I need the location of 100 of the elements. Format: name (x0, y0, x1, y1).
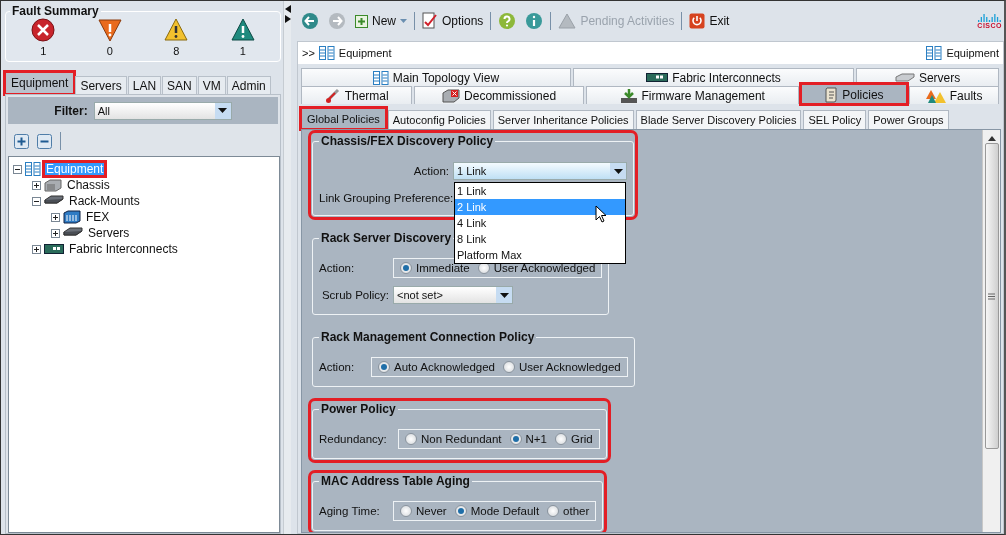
radio-button[interactable] (509, 433, 522, 445)
breadcrumb-prefix: >> (302, 47, 315, 59)
radio-option[interactable]: other (547, 505, 590, 517)
sub-tab[interactable]: Blade Server Discovery Policies (635, 110, 802, 129)
server-rack-icon (25, 162, 41, 176)
radio-button[interactable] (454, 505, 467, 517)
view-tab[interactable]: Thermal (301, 86, 413, 104)
module-icon (63, 210, 81, 224)
view-tab[interactable]: Servers (856, 68, 999, 86)
radio-option[interactable]: Never (400, 505, 447, 517)
nav-tab[interactable]: Servers (75, 76, 127, 94)
section-title: Chassis/FEX Discovery Policy (320, 134, 495, 148)
view-tab[interactable]: Main Topology View (301, 68, 571, 86)
nav-tab[interactable]: Admin (226, 76, 271, 94)
collapse-all-icon[interactable] (37, 133, 52, 149)
tree-item[interactable]: Fabric Interconnects (67, 242, 180, 256)
collapse-icon[interactable] (13, 164, 22, 174)
radio-button[interactable] (503, 361, 516, 373)
nav-tab[interactable]: LAN (127, 76, 162, 94)
server-rack-icon (926, 46, 943, 60)
chassis-icon (44, 178, 62, 192)
forward-icon (328, 12, 346, 30)
expand-icon[interactable] (32, 244, 41, 254)
tree-item[interactable]: FEX (84, 210, 112, 224)
exit-button[interactable]: Exit (687, 13, 732, 29)
collapse-left-icon[interactable] (284, 5, 291, 13)
radio-button[interactable] (547, 505, 560, 517)
expand-all-icon[interactable] (14, 133, 29, 149)
field-label: Scrub Policy: (320, 289, 389, 301)
dropdown[interactable]: <not set> (393, 286, 513, 304)
view-tab[interactable]: Fabric Interconnects (572, 68, 855, 86)
filter-label: Filter: (54, 103, 88, 118)
option-label: Immediate (416, 262, 470, 274)
fault-count: 1 (40, 45, 47, 57)
radio-button[interactable] (405, 433, 417, 445)
radio-button[interactable] (400, 505, 412, 517)
filter-dropdown[interactable]: All (93, 101, 232, 120)
view-tab[interactable]: Decommissioned (414, 86, 584, 104)
fault-count: 8 (173, 45, 180, 57)
help-icon (498, 12, 517, 30)
switch-icon (646, 73, 669, 82)
expand-icon[interactable] (51, 212, 60, 222)
field-label: Redundancy: (319, 433, 388, 445)
tree-item[interactable]: Chassis (65, 178, 112, 192)
section-title: Power Policy (320, 402, 397, 416)
field-label: Action: (412, 165, 449, 177)
download-icon (619, 87, 638, 104)
caret-icon (218, 108, 228, 113)
radio-option[interactable]: Mode Default (454, 505, 540, 517)
view-tab[interactable]: Policies (800, 84, 908, 104)
back-icon (301, 12, 319, 30)
breadcrumb-text: Equipment (338, 47, 392, 59)
radio-option[interactable]: Grid (555, 433, 593, 445)
scrollbar[interactable] (982, 130, 1000, 532)
caret-icon (400, 19, 407, 23)
radio-option[interactable]: Non Redundant (405, 433, 502, 445)
new-button[interactable]: New (353, 14, 409, 28)
sub-tab[interactable]: Global Policies (301, 108, 386, 129)
plus-icon (355, 14, 368, 28)
switch-icon (44, 244, 64, 254)
radio-button[interactable] (555, 433, 567, 445)
scroll-thumb[interactable] (984, 143, 999, 449)
nav-tab[interactable]: SAN (162, 76, 197, 94)
scroll-up-icon[interactable] (987, 136, 996, 141)
fault-count: 1 (239, 45, 246, 57)
warning-icon (558, 13, 577, 29)
expand-right-icon[interactable] (284, 15, 291, 23)
nav-tab[interactable]: VM (197, 76, 226, 94)
section-title: Rack Management Connection Policy (320, 330, 536, 344)
panel-title: Fault Summary (11, 4, 100, 18)
expand-icon[interactable] (51, 228, 60, 238)
view-tab[interactable]: Faults (909, 86, 999, 104)
server-icon (63, 227, 83, 239)
tree-item[interactable]: Rack-Mounts (67, 194, 142, 208)
warning-icon (164, 18, 189, 42)
radio-button[interactable] (378, 361, 390, 373)
option-label: N+1 (525, 433, 547, 445)
warning-icon (925, 88, 946, 103)
sub-tab[interactable]: Server Inheritance Policies (492, 110, 634, 129)
collapse-icon[interactable] (32, 196, 41, 206)
expand-icon[interactable] (32, 180, 41, 190)
radio-option[interactable]: N+1 (509, 433, 547, 445)
sub-tab[interactable]: Autoconfig Policies (387, 110, 491, 129)
back-button[interactable] (299, 12, 321, 30)
options-button[interactable]: Options (420, 12, 486, 30)
sub-tab[interactable]: SEL Policy (803, 110, 867, 129)
radio-button[interactable] (400, 262, 412, 274)
power-icon (689, 13, 706, 29)
option-label: Mode Default (470, 505, 540, 517)
radio-option[interactable]: Immediate (400, 262, 470, 274)
caret-icon (499, 292, 509, 298)
warning-icon (230, 18, 255, 42)
view-tab[interactable]: Firmware Management (585, 86, 799, 104)
nav-tab[interactable]: Equipment (5, 72, 75, 94)
sub-tab[interactable]: Power Groups (868, 110, 949, 129)
warning-icon (97, 18, 122, 42)
tree-item[interactable]: Servers (86, 226, 132, 240)
fault-count: 0 (106, 45, 113, 57)
server-rack-icon (318, 46, 335, 60)
grip-icon (988, 292, 995, 300)
